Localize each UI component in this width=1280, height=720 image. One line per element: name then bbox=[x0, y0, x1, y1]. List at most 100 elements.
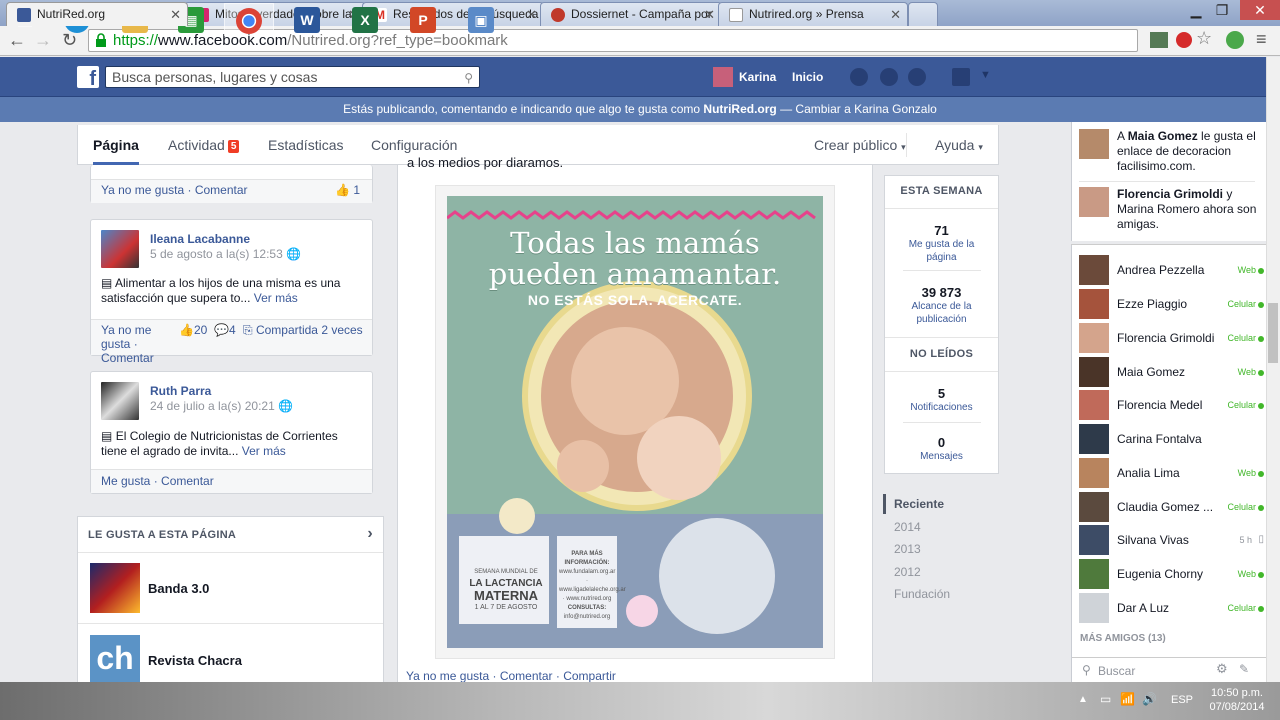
browser-tab-nutrired[interactable]: NutriRed.org ✕ bbox=[6, 2, 188, 26]
poster-name-link[interactable]: Ruth Parra bbox=[150, 384, 211, 398]
notifications-globe-icon[interactable] bbox=[908, 68, 926, 86]
volume-icon[interactable]: 🔊 bbox=[1142, 692, 1157, 706]
comment-count[interactable]: 💬4 bbox=[214, 323, 236, 337]
chat-friend[interactable]: Dar A Luz Celular bbox=[1079, 593, 1264, 623]
battery-icon[interactable]: ▭ bbox=[1100, 692, 1111, 706]
system-clock[interactable]: 10:50 p.m. 07/08/2014 bbox=[1200, 686, 1274, 714]
user-avatar[interactable] bbox=[713, 67, 733, 87]
liked-page-link[interactable]: Banda 3.0 bbox=[148, 581, 209, 596]
tab-configuracion[interactable]: Configuración bbox=[371, 137, 457, 153]
chat-friend[interactable]: Florencia Grimoldi Celular bbox=[1079, 323, 1264, 353]
share-link[interactable]: Compartir bbox=[563, 669, 616, 683]
timeline-2012[interactable]: 2012 bbox=[894, 565, 921, 579]
page-thumbnail[interactable] bbox=[90, 563, 140, 613]
taskbar-network-app[interactable]: ▣ bbox=[456, 3, 506, 36]
scrollbar-thumb[interactable] bbox=[1268, 303, 1278, 363]
chat-friend[interactable]: Eugenia Chorny Web bbox=[1079, 559, 1264, 589]
page-scrollbar[interactable] bbox=[1266, 57, 1280, 682]
evernote-icon[interactable] bbox=[1226, 31, 1244, 49]
chevron-right-icon[interactable]: › bbox=[367, 525, 373, 543]
post-date[interactable]: 5 de agosto a la(s) 12:53 🌐 bbox=[150, 247, 301, 261]
like-count[interactable]: 👍 1 bbox=[335, 183, 360, 197]
liked-page-link[interactable]: Revista Chacra bbox=[148, 653, 242, 668]
wifi-signal-icon[interactable]: 📶 bbox=[1120, 692, 1135, 706]
avatar[interactable] bbox=[101, 382, 139, 420]
page-likes-label[interactable]: Me gusta de la página bbox=[885, 238, 998, 264]
comment-link[interactable]: Comentar bbox=[195, 183, 248, 197]
see-more-link[interactable]: Ver más bbox=[254, 291, 298, 305]
chat-friend[interactable]: Ezze Piaggio Celular bbox=[1079, 289, 1264, 319]
unlike-link[interactable]: Ya no me gusta bbox=[406, 669, 489, 683]
comment-link[interactable]: Comentar bbox=[500, 669, 553, 683]
gear-icon[interactable]: ⚙ bbox=[1216, 661, 1228, 677]
page-thumbnail[interactable]: ch bbox=[90, 635, 140, 685]
like-count[interactable]: 👍20 bbox=[179, 323, 207, 337]
ticker-avatar[interactable] bbox=[1079, 129, 1109, 159]
page-likes-count[interactable]: 71 bbox=[885, 223, 998, 238]
taskbar-word[interactable]: W bbox=[282, 3, 332, 36]
settings-chevron-down-icon[interactable]: ▼ bbox=[980, 69, 991, 81]
search-icon[interactable]: ⚲ bbox=[464, 70, 473, 86]
friend-requests-icon[interactable] bbox=[850, 68, 868, 86]
home-link[interactable]: Inicio bbox=[792, 70, 823, 84]
taskbar-powerpoint[interactable]: P bbox=[398, 3, 448, 36]
chat-search-input[interactable]: ⚲ Buscar ⚙ ✎ bbox=[1072, 657, 1266, 682]
close-tab-icon[interactable]: ✕ bbox=[170, 7, 181, 23]
privacy-lock-icon[interactable] bbox=[952, 68, 970, 86]
share-count[interactable]: ⎘ Compartida 2 veces bbox=[243, 323, 363, 337]
post-reach-label[interactable]: Alcance de la publicación bbox=[885, 300, 998, 326]
notification-extension-icon[interactable] bbox=[1176, 32, 1192, 48]
tab-actividad[interactable]: Actividad 5 bbox=[168, 137, 240, 153]
unlike-link[interactable]: Ya no me gusta bbox=[101, 323, 151, 351]
ticker-resize-handle[interactable] bbox=[1071, 241, 1266, 245]
input-language[interactable]: ESP bbox=[1171, 694, 1193, 706]
ticker-avatar[interactable] bbox=[1079, 187, 1109, 217]
taskbar-excel[interactable]: X bbox=[340, 3, 390, 36]
poster-name-link[interactable]: Ileana Lacabanne bbox=[150, 232, 250, 246]
tray-expand-icon[interactable]: ▲ bbox=[1078, 694, 1088, 705]
messages-icon[interactable] bbox=[880, 68, 898, 86]
taskbar-chrome[interactable] bbox=[224, 3, 274, 36]
comment-link[interactable]: Comentar bbox=[161, 474, 214, 488]
ticker-item[interactable]: A Maia Gomez le gusta el enlace de decor… bbox=[1117, 129, 1257, 174]
notifications-count[interactable]: 5 bbox=[885, 386, 998, 401]
browser-tab-prensa[interactable]: Nutrired.org » Prensa ✕ bbox=[718, 2, 908, 26]
restore-icon[interactable]: ❐ bbox=[1206, 0, 1238, 20]
timeline-2013[interactable]: 2013 bbox=[894, 542, 921, 556]
browser-tab-dossiernet[interactable]: Dossiernet - Campaña por ✕ bbox=[540, 2, 722, 26]
messages-count[interactable]: 0 bbox=[885, 435, 998, 450]
notifications-label[interactable]: Notificaciones bbox=[885, 401, 998, 414]
facebook-logo-icon[interactable]: f bbox=[77, 66, 99, 88]
bookmark-star-icon[interactable]: ☆ bbox=[1196, 28, 1212, 49]
chat-friend[interactable]: Claudia Gomez ... Celular bbox=[1079, 492, 1264, 522]
messages-label[interactable]: Mensajes bbox=[885, 450, 998, 463]
menu-icon[interactable]: ≡ bbox=[1256, 29, 1267, 50]
tab-pagina[interactable]: Página bbox=[93, 137, 139, 165]
crear-publico-dropdown[interactable]: Crear público ▾ bbox=[814, 137, 906, 153]
chat-friend[interactable]: Carina Fontalva bbox=[1079, 424, 1264, 454]
close-tab-icon[interactable]: ✕ bbox=[704, 7, 715, 23]
see-more-link[interactable]: Ver más bbox=[242, 444, 286, 458]
liked-pages-header[interactable]: LE GUSTA A ESTA PÁGINA › bbox=[78, 517, 383, 553]
post-reach-count[interactable]: 39 873 bbox=[885, 285, 998, 300]
close-tab-icon[interactable]: ✕ bbox=[890, 7, 901, 23]
avatar[interactable] bbox=[101, 230, 139, 268]
extension-icon[interactable] bbox=[1150, 32, 1168, 48]
post-image[interactable]: Todas las mamás pueden amamantar. NO EST… bbox=[447, 196, 823, 648]
unlike-link[interactable]: Ya no me gusta bbox=[101, 183, 184, 197]
chat-friend[interactable]: Andrea Pezzella Web bbox=[1079, 255, 1264, 285]
ticker-item[interactable]: Florencia Grimoldi y Marina Romero ahora… bbox=[1117, 187, 1257, 232]
search-input[interactable]: Busca personas, lugares y cosas ⚲ bbox=[105, 66, 480, 88]
chat-friend[interactable]: Silvana Vivas 5 h ▯ bbox=[1079, 525, 1264, 555]
timeline-reciente[interactable]: Reciente bbox=[894, 497, 944, 511]
timeline-2014[interactable]: 2014 bbox=[894, 520, 921, 534]
close-tab-icon[interactable]: ✕ bbox=[526, 7, 537, 23]
compose-icon[interactable]: ✎ bbox=[1239, 662, 1249, 676]
chat-friend[interactable]: Analia Lima Web bbox=[1079, 458, 1264, 488]
timeline-fundacion[interactable]: Fundación bbox=[894, 587, 950, 601]
like-link[interactable]: Me gusta bbox=[101, 474, 150, 488]
chat-friend[interactable]: Florencia Medel Celular bbox=[1079, 390, 1264, 420]
tab-estadisticas[interactable]: Estadísticas bbox=[268, 137, 343, 153]
chat-friend[interactable]: Maia Gomez Web bbox=[1079, 357, 1264, 387]
close-window-icon[interactable]: ✕ bbox=[1240, 0, 1280, 20]
